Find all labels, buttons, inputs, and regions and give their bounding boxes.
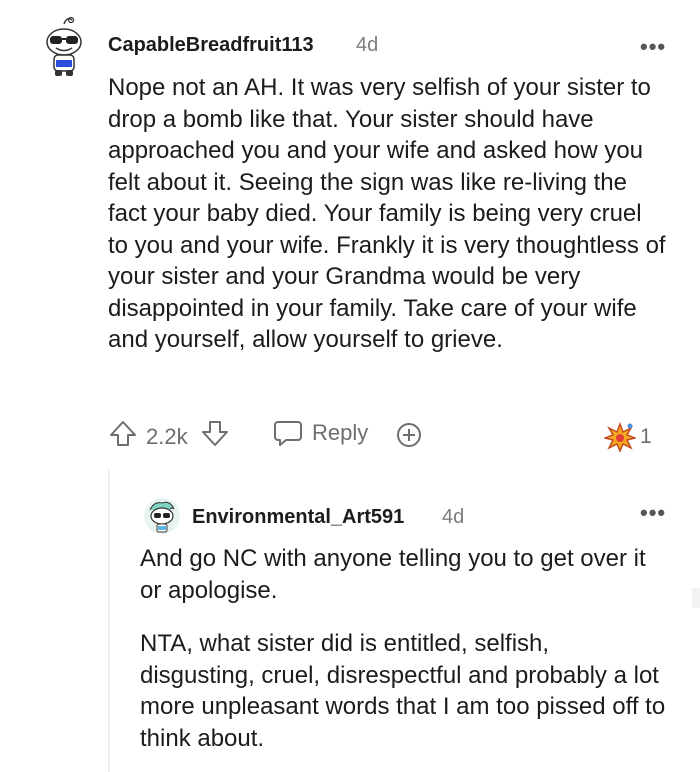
arrow-up-icon — [110, 421, 136, 446]
snoo-avatar-icon — [46, 16, 82, 76]
award-count: 1 — [640, 425, 652, 448]
reply-more-options-button[interactable]: ••• — [640, 500, 666, 526]
reply-age: 4d — [442, 506, 465, 528]
reply-user-avatar[interactable] — [144, 498, 180, 534]
comment-age: 4d — [356, 34, 379, 56]
speech-bubble-icon — [274, 421, 302, 446]
vote-count: 2.2k — [146, 424, 188, 449]
downvote-button[interactable] — [200, 418, 230, 448]
comment-more-options-button[interactable]: ••• — [640, 34, 666, 60]
reply-button[interactable]: Reply — [272, 418, 368, 448]
snoo-avatar-icon — [144, 498, 180, 534]
give-award-button[interactable] — [394, 420, 424, 450]
thread-line[interactable] — [108, 470, 110, 772]
arrow-down-icon — [202, 421, 228, 446]
starburst-award-icon — [604, 422, 636, 452]
reply-body-paragraph-2: NTA, what sister did is entitled, selfis… — [140, 630, 666, 752]
scroll-edge — [692, 588, 700, 608]
user-avatar[interactable] — [36, 14, 86, 78]
reply-body-paragraph-1: And go NC with anyone telling you to get… — [140, 545, 646, 604]
reply-username[interactable]: Environmental_Art591 — [192, 506, 404, 529]
award-badge[interactable]: 1 — [604, 422, 652, 452]
comment-username[interactable]: CapableBreadfruit113 — [108, 34, 314, 57]
comment-body: Nope not an AH. It was very selfish of y… — [108, 74, 666, 353]
reply-label: Reply — [312, 420, 369, 445]
upvote-button[interactable] — [108, 418, 138, 448]
plus-circle-icon — [397, 423, 421, 447]
